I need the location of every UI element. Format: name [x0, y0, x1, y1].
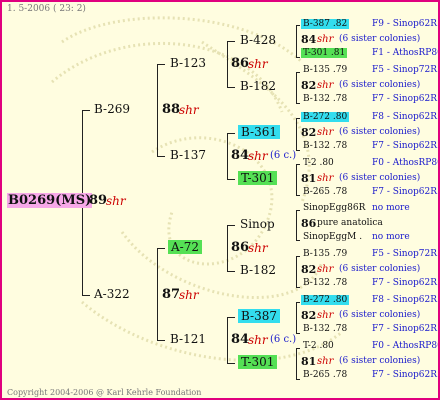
- parent-line: shr: [317, 356, 334, 367]
- parent-queen-id: B-135 .79: [303, 249, 348, 259]
- parent-queen-id: B-387 .82: [301, 19, 350, 29]
- parent-year: 81: [301, 172, 317, 185]
- parent-line: shr: [317, 310, 334, 321]
- parent-queen-id: B-265 .78: [303, 187, 348, 197]
- gen3-id: Sinop: [240, 217, 275, 231]
- parent-origin: F5 - Sinop72R: [372, 65, 437, 75]
- gen2-line: shr: [248, 333, 268, 347]
- pedigree-chart: 1. 5-2006 ( 23: 2) Copyright 2004-2006 @…: [0, 0, 440, 400]
- gen1-id: B-269: [94, 102, 130, 116]
- root-queen-id: B0269(MS): [7, 193, 93, 208]
- parent-line: shr: [317, 173, 334, 184]
- gen2-year: 84: [231, 332, 250, 347]
- parent-year: 84: [301, 33, 317, 46]
- gen1-line: shr: [179, 288, 199, 302]
- gen1-year: 87: [162, 287, 181, 302]
- parent-origin: no more: [372, 232, 410, 242]
- parent-origin: F7 - Sinop62R: [372, 94, 437, 104]
- parent-origin: F5 - Sinop72R: [372, 249, 437, 259]
- gen3-id: T-301: [238, 171, 278, 185]
- parent-origin: F1 - AthosRP80R: [372, 48, 438, 58]
- sister-colonies-note: (6 sister colonies): [339, 80, 421, 90]
- parent-origin: F9 - Sinop62R: [372, 19, 437, 29]
- gen3-id: B-428: [240, 33, 276, 47]
- gen3-id: B-387: [238, 309, 280, 323]
- gen2-note: (6 c.): [270, 150, 297, 161]
- sister-colonies-note: (6 sister colonies): [339, 127, 421, 137]
- parent-queen-id: SinopEgg86R: [303, 203, 366, 213]
- parent-queen-id: SinopEggM .: [303, 232, 363, 242]
- parent-origin: F7 - Sinop62R: [372, 278, 437, 288]
- parent-queen-id: B-132 .78: [303, 278, 348, 288]
- parent-year: 82: [301, 126, 317, 139]
- parent-queen-id: T-2 .80: [303, 341, 334, 351]
- root-queen-line: shr: [106, 194, 126, 208]
- gen3-id: B-361: [238, 125, 280, 139]
- header-timestamp: 1. 5-2006 ( 23: 2): [7, 4, 86, 14]
- gen2-line: shr: [248, 149, 268, 163]
- parent-line: shr: [317, 264, 334, 275]
- parent-queen-id: B-272 .80: [301, 112, 350, 122]
- gen3-id: T-301: [238, 355, 278, 369]
- root-queen-year: 89: [89, 193, 108, 208]
- parent-queen-id: B-132 .78: [303, 141, 348, 151]
- gen2-line: shr: [248, 241, 268, 255]
- gen2-year: 86: [231, 240, 250, 255]
- parent-origin: F7 - Sinop62R: [372, 141, 437, 151]
- gen1-line: shr: [179, 103, 199, 117]
- gen2-note: (6 c.): [270, 334, 297, 345]
- parent-queen-id: B-132 .78: [303, 94, 348, 104]
- sister-colonies-note: (6 sister colonies): [339, 264, 421, 274]
- parent-year: 82: [301, 309, 317, 322]
- parent-year: 81: [301, 355, 317, 368]
- gen1-id: A-322: [94, 287, 130, 301]
- gen2-year: 86: [231, 56, 250, 71]
- parent-year: 82: [301, 79, 317, 92]
- parent-origin: F7 - Sinop62R: [372, 370, 437, 380]
- parent-origin: F7 - Sinop62R: [372, 187, 437, 197]
- parent-origin: F0 - AthosRP80R: [372, 341, 438, 351]
- gen3-id: B-182: [240, 263, 276, 277]
- sister-colonies-note: (6 sister colonies): [339, 310, 421, 320]
- parent-origin: F8 - Sinop62R: [372, 295, 437, 305]
- gen2-id: B-123: [170, 56, 206, 70]
- parent-queen-id: T-2 .80: [303, 158, 334, 168]
- parent-origin: no more: [372, 203, 410, 213]
- gen1-year: 88: [162, 102, 181, 117]
- gen2-id: A-72: [168, 240, 202, 254]
- gen2-year: 84: [231, 148, 250, 163]
- parent-origin: F0 - AthosRP80R: [372, 158, 438, 168]
- sister-colonies-note: (6 sister colonies): [339, 173, 421, 183]
- parent-queen-id: T-301 .81: [301, 48, 348, 58]
- gen2-id: B-137: [170, 148, 206, 162]
- sister-colonies-note: (6 sister colonies): [339, 34, 421, 44]
- parent-origin: F7 - Sinop62R: [372, 324, 437, 334]
- gen2-line: shr: [248, 57, 268, 71]
- parent-line: shr: [317, 80, 334, 91]
- footer-copyright: Copyright 2004-2006 @ Karl Kehrle Founda…: [7, 388, 202, 397]
- gen2-id: B-121: [170, 332, 206, 346]
- parent-year: 82: [301, 263, 317, 276]
- parent-queen-id: B-272 .80: [301, 295, 350, 305]
- gen3-id: B-182: [240, 79, 276, 93]
- parent-line: shr: [317, 34, 334, 45]
- parent-origin: F8 - Sinop62R: [372, 112, 437, 122]
- parent-note: pure anatolica: [317, 218, 383, 228]
- parent-queen-id: B-132 .78: [303, 324, 348, 334]
- parent-year: 86: [301, 217, 317, 230]
- parent-line: shr: [317, 127, 334, 138]
- sister-colonies-note: (6 sister colonies): [339, 356, 421, 366]
- parent-queen-id: B-135 .79: [303, 65, 348, 75]
- parent-queen-id: B-265 .78: [303, 370, 348, 380]
